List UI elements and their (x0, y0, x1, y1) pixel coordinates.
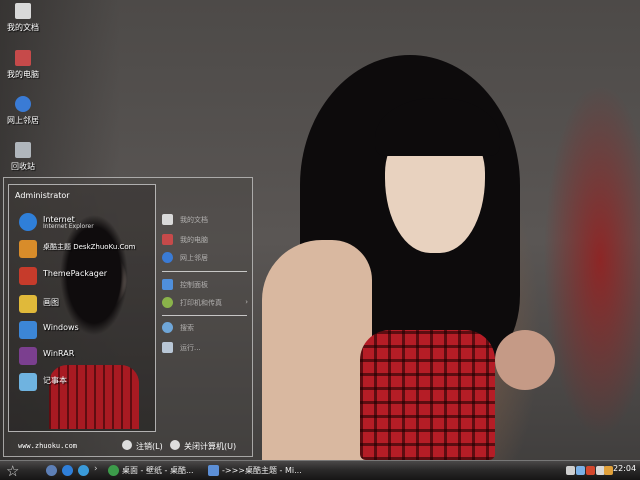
start-menu-item-winrar[interactable]: WinRAR (19, 347, 149, 365)
places-label: 搜索 (180, 324, 194, 332)
recycle-bin-icon (15, 142, 31, 158)
start-menu-item-zhuoku[interactable]: 桌酷主题 DeskZhuoKu.Com (19, 240, 149, 258)
places-label: 运行... (180, 344, 201, 352)
desktop-icon-label: 回收站 (11, 162, 35, 171)
input-tray-icon[interactable] (604, 466, 613, 475)
winrar-icon (19, 347, 37, 365)
task-label: 桌面 - 壁纸 - 桌酷... (122, 466, 194, 475)
printer-icon (162, 297, 173, 308)
quick-launch-overflow-icon[interactable]: › (94, 464, 98, 474)
places-label: 我的电脑 (180, 236, 208, 244)
wallpaper-figure-arm (262, 240, 372, 470)
media-player-icon[interactable] (78, 465, 89, 476)
places-label: 网上邻居 (180, 254, 208, 262)
shutdown-label: 关闭计算机(U) (184, 442, 237, 451)
desktop-icon-my-computer[interactable]: 我的电脑 (4, 50, 42, 80)
start-menu-item-themepackager[interactable]: ThemePackager (19, 267, 149, 285)
places-item-my-computer[interactable]: 我的电脑 (162, 234, 250, 246)
start-menu-footer: www.zhuoku.com 注销(L) 关闭计算机(U) (4, 436, 252, 456)
browser-task-icon (108, 465, 119, 476)
document-task-icon (208, 465, 219, 476)
run-icon (162, 342, 173, 353)
program-sublabel: Internet Explorer (43, 223, 94, 230)
menu-separator (162, 315, 247, 316)
task-label: ->>>桌酷主题 - Mi... (222, 466, 302, 475)
program-label: 记事本 (43, 376, 67, 385)
places-label: 控制面板 (180, 281, 208, 289)
search-icon (162, 322, 173, 333)
program-label: 桌酷主题 DeskZhuoKu.Com (43, 243, 136, 251)
internet-explorer-icon (19, 213, 37, 231)
places-item-control-panel[interactable]: 控制面板 (162, 279, 250, 291)
logoff-icon (122, 440, 132, 450)
clock[interactable]: 22:04 (613, 464, 636, 473)
desktop-icon-label: 我的电脑 (7, 70, 39, 79)
places-label: 打印机和传真 (180, 299, 222, 307)
start-menu-item-notepad[interactable]: 记事本 (19, 373, 149, 391)
website-link[interactable]: www.zhuoku.com (18, 442, 77, 450)
start-menu: Administrator Internet Internet Explorer… (3, 177, 253, 457)
security-tray-icon[interactable] (586, 466, 595, 475)
places-item-run[interactable]: 运行... (162, 342, 250, 354)
menu-separator (162, 271, 247, 272)
places-item-search[interactable]: 搜索 (162, 322, 250, 334)
program-label: 画图 (43, 298, 59, 307)
taskbar-button-document[interactable]: ->>>桌酷主题 - Mi... (208, 463, 302, 478)
arrow-tray-icon[interactable] (566, 466, 575, 475)
wallpaper-figure-dress (360, 330, 495, 460)
show-desktop-icon[interactable] (46, 465, 57, 476)
my-computer-icon (162, 234, 173, 245)
my-documents-icon (15, 3, 31, 19)
power-icon (170, 440, 180, 450)
program-label: Windows (43, 323, 79, 332)
wallpaper-figure-hand (495, 330, 555, 390)
start-menu-item-windows[interactable]: Windows (19, 321, 149, 339)
desktop-icon-my-documents[interactable]: 我的文档 (4, 3, 42, 33)
paint-icon (19, 295, 37, 313)
start-menu-user-name: Administrator (15, 191, 70, 200)
taskbar-button-browser[interactable]: 桌面 - 壁纸 - 桌酷... (108, 463, 194, 478)
my-computer-icon (15, 50, 31, 66)
desktop-icon-label: 我的文档 (7, 23, 39, 32)
start-menu-places-panel: 我的文档 我的电脑 网上邻居 控制面板 打印机和传真 › 搜索 运行... (162, 184, 250, 432)
program-label: WinRAR (43, 349, 75, 358)
start-menu-programs-panel: Administrator Internet Internet Explorer… (8, 184, 156, 432)
start-menu-item-paint[interactable]: 画图 (19, 295, 149, 313)
desktop-icon-network-places[interactable]: 网上邻居 (4, 96, 42, 126)
control-panel-icon (162, 279, 173, 290)
logoff-label: 注销(L) (136, 442, 163, 451)
places-item-network[interactable]: 网上邻居 (162, 252, 250, 264)
notepad-icon (19, 373, 37, 391)
places-label: 我的文档 (180, 216, 208, 224)
places-item-printers[interactable]: 打印机和传真 › (162, 297, 250, 309)
theme-packager-icon (19, 267, 37, 285)
network-places-icon (162, 252, 173, 263)
zhuoku-theme-icon (19, 240, 37, 258)
desktop-icon-recycle-bin[interactable]: 回收站 (4, 142, 42, 172)
taskbar: ☆ › 桌面 - 壁纸 - 桌酷... ->>>桌酷主题 - Mi... 22:… (0, 460, 640, 480)
ie-quick-icon[interactable] (62, 465, 73, 476)
submenu-arrow-icon: › (245, 298, 248, 306)
desktop-icon-label: 网上邻居 (7, 116, 39, 125)
my-documents-icon (162, 214, 173, 225)
monitor-icon (19, 321, 37, 339)
program-label: ThemePackager (43, 269, 108, 278)
network-places-icon (15, 96, 31, 112)
start-menu-item-internet[interactable]: Internet Internet Explorer (19, 213, 149, 231)
network-tray-icon[interactable] (576, 466, 585, 475)
start-button[interactable]: ☆ (6, 462, 32, 480)
places-item-my-documents[interactable]: 我的文档 (162, 214, 250, 226)
